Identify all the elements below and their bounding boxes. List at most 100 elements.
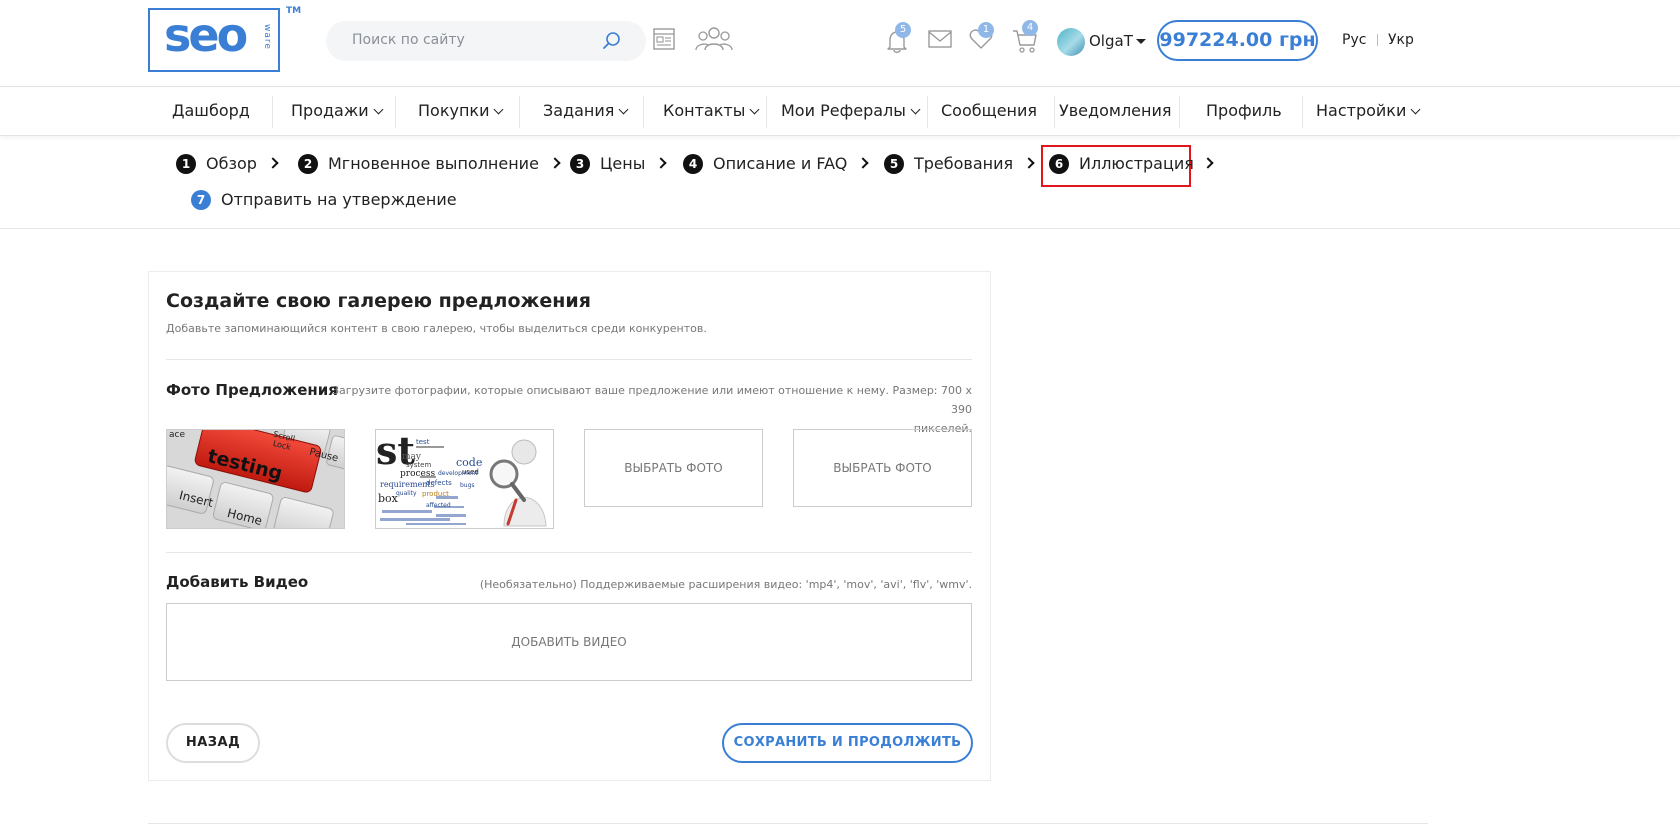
video-section-title: Добавить Видео xyxy=(166,573,309,591)
users-icon[interactable] xyxy=(694,24,734,54)
gallery-card: Создайте свою галерею предложения Добавь… xyxy=(148,271,991,781)
chevron-down-icon xyxy=(618,104,629,115)
nav-item-purchases[interactable]: Покупки xyxy=(418,88,504,136)
search-input[interactable]: Поиск по сайту xyxy=(352,32,465,48)
card-subtitle: Добавьте запоминающийся контент в свою г… xyxy=(166,322,707,335)
chevron-right-icon xyxy=(1023,156,1035,169)
logo-text: seo xyxy=(164,8,248,62)
choose-photo-slot-4[interactable]: ВЫБРАТЬ ФОТО xyxy=(793,429,972,507)
logo-sub: ware xyxy=(262,24,272,50)
chevron-right-icon xyxy=(857,156,869,169)
photo-thumbnail-1[interactable]: testing ace Scroll Lock Pause Insert Hom… xyxy=(166,429,345,529)
step-label: Отправить на утверждение xyxy=(221,190,457,209)
nav-item-profile[interactable]: Профиль xyxy=(1206,88,1282,136)
step-label: Цены xyxy=(600,154,646,173)
card-title: Создайте свою галерею предложения xyxy=(166,290,591,312)
nav-divider xyxy=(519,96,520,128)
nav-item-referrals[interactable]: Мои Рефералы xyxy=(781,88,921,136)
photo-thumbnail-2[interactable]: st test code may system process developm… xyxy=(375,429,554,529)
word-cloud-image xyxy=(380,439,547,527)
chevron-right-icon xyxy=(267,156,279,169)
nav-label: Профиль xyxy=(1206,101,1282,120)
lang-uk-link[interactable]: Укр xyxy=(1388,32,1414,48)
nav-label: Дашборд xyxy=(172,101,250,120)
nav-label: Продажи xyxy=(291,101,369,120)
step-label: Иллюстрация xyxy=(1079,154,1194,173)
nav-divider xyxy=(395,96,396,128)
step-description-faq[interactable]: 4 Описание и FAQ xyxy=(683,153,869,177)
nav-divider xyxy=(272,96,273,128)
step-number: 7 xyxy=(191,189,211,210)
notifications-badge: 5 xyxy=(895,22,911,38)
user-name[interactable]: OlgaT xyxy=(1089,32,1133,50)
balance-button[interactable]: 997224.00 грн xyxy=(1157,20,1318,61)
add-video-dropzone[interactable]: ДОБАВИТЬ ВИДЕО xyxy=(166,603,972,681)
logo[interactable]: seo ware xyxy=(148,8,280,72)
lang-ru-link[interactable]: Рус xyxy=(1342,32,1366,48)
step-illustration[interactable]: 6 Иллюстрация xyxy=(1049,153,1214,177)
nav-item-sales[interactable]: Продажи xyxy=(291,88,384,136)
nav-item-notifications[interactable]: Уведомления xyxy=(1059,88,1172,136)
step-label: Описание и FAQ xyxy=(713,154,848,173)
divider xyxy=(166,552,972,553)
nav-item-tasks[interactable]: Задания xyxy=(543,88,629,136)
site-header: seo ware TM Поиск по сайту 5 1 4 OlgaT 9… xyxy=(0,0,1680,87)
lang-divider xyxy=(1377,34,1378,46)
chevron-down-icon xyxy=(1410,104,1421,115)
back-button[interactable]: НАЗАД xyxy=(166,723,260,763)
nav-divider xyxy=(1179,96,1180,128)
nav-label: Настройки xyxy=(1316,101,1407,120)
step-requirements[interactable]: 5 Требования xyxy=(884,153,1035,177)
step-number: 6 xyxy=(1049,153,1069,174)
nav-label: Сообщения xyxy=(941,101,1038,120)
step-number: 4 xyxy=(683,153,703,174)
step-label: Требования xyxy=(914,154,1014,173)
keyboard-key-text: ace xyxy=(169,430,186,440)
nav-item-messages[interactable]: Сообщения xyxy=(941,88,1037,136)
step-overview[interactable]: 1 Обзор xyxy=(176,153,279,177)
nav-divider xyxy=(927,96,928,128)
chevron-down-icon xyxy=(910,104,921,115)
nav-item-settings[interactable]: Настройки xyxy=(1316,88,1421,136)
nav-label: Уведомления xyxy=(1059,101,1172,120)
step-label: Обзор xyxy=(206,154,257,173)
nav-label: Мои Рефералы xyxy=(781,101,906,120)
cart-badge: 4 xyxy=(1022,20,1038,36)
step-number: 5 xyxy=(884,153,904,174)
news-icon[interactable] xyxy=(651,26,677,52)
mail-icon[interactable] xyxy=(928,29,952,49)
choose-photo-slot-3[interactable]: ВЫБРАТЬ ФОТО xyxy=(584,429,763,507)
footer-divider xyxy=(148,823,1428,824)
nav-label: Контакты xyxy=(663,101,746,120)
nav-divider xyxy=(643,96,644,128)
caret-down-icon[interactable] xyxy=(1136,39,1146,44)
search-icon[interactable] xyxy=(602,31,622,51)
search-bar[interactable]: Поиск по сайту xyxy=(326,21,646,61)
chevron-right-icon xyxy=(655,156,668,169)
nav-divider xyxy=(1302,96,1303,128)
step-number: 3 xyxy=(570,153,590,174)
chevron-down-icon xyxy=(494,104,504,115)
chevron-right-icon xyxy=(1202,156,1214,169)
divider xyxy=(166,359,972,360)
nav-item-dashboard[interactable]: Дашборд xyxy=(172,88,250,136)
step-prices[interactable]: 3 Цены xyxy=(570,153,668,177)
chevron-right-icon xyxy=(549,156,561,169)
avatar[interactable] xyxy=(1057,28,1085,56)
nav-divider xyxy=(766,96,767,128)
step-number: 1 xyxy=(176,153,196,174)
trademark-mark: TM xyxy=(286,6,302,16)
nav-divider xyxy=(1054,96,1055,128)
nav-item-contacts[interactable]: Контакты xyxy=(663,88,760,136)
video-section-hint: (Необязательно) Поддерживаемые расширени… xyxy=(479,578,972,591)
step-instant-delivery[interactable]: 2 Мгновенное выполнение xyxy=(298,153,561,177)
step-submit-approval[interactable]: 7 Отправить на утверждение xyxy=(191,189,457,213)
chevron-down-icon xyxy=(373,104,384,115)
nav-label: Задания xyxy=(543,101,615,120)
save-continue-button[interactable]: СОХРАНИТЬ И ПРОДОЛЖИТЬ xyxy=(722,723,973,763)
photos-hint-line: Загрузите фотографии, которые описывают … xyxy=(331,384,972,416)
main-nav: Дашборд Продажи Покупки Задания Контакты… xyxy=(0,88,1680,136)
favorites-badge: 1 xyxy=(978,22,994,38)
chevron-down-icon xyxy=(749,104,760,115)
step-number: 2 xyxy=(298,153,318,174)
